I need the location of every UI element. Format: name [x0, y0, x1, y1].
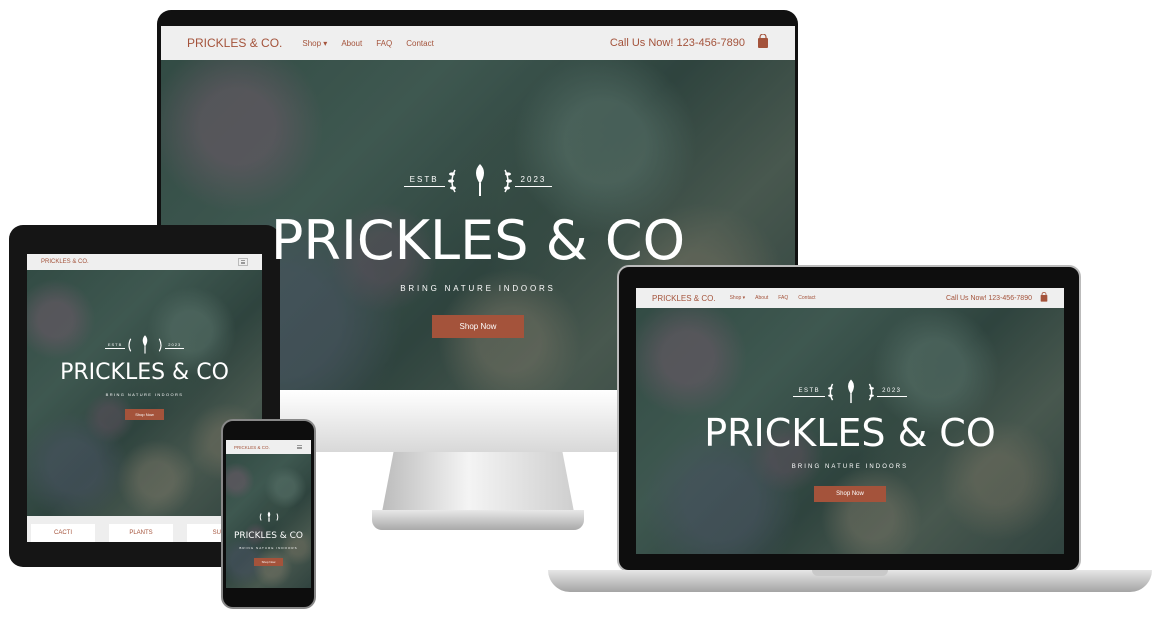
- desktop-nav-links: Shop ▾ About FAQ Contact: [302, 39, 433, 48]
- laptop-estb-right: 2023: [877, 388, 907, 397]
- tablet-category-plants[interactable]: PLANTS: [109, 524, 173, 542]
- phone-hero-section: PRICKLES & CO BRING NATURE INDOORS Shop …: [226, 454, 311, 588]
- phone-logo-icon: [259, 511, 278, 522]
- desktop-brand-logo[interactable]: PRICKLES & CO.: [187, 36, 282, 50]
- desktop-nav-about[interactable]: About: [341, 39, 362, 48]
- desktop-shop-now-button[interactable]: Shop Now: [431, 315, 525, 338]
- laptop-tagline: BRING NATURE INDOORS: [791, 464, 909, 470]
- laptop-hero-title: PRICKLES & CO: [704, 411, 996, 455]
- phone-screen: PRICKLES & CO. PRICKLES & CO BRING NATUR…: [226, 440, 311, 588]
- laptop-estb-left: ESTB: [793, 388, 826, 397]
- desktop-monitor-stand: [382, 452, 574, 512]
- phone-hero-content: PRICKLES & CO BRING NATURE INDOORS Shop …: [226, 510, 311, 568]
- laptop-shop-now-button[interactable]: Shop Now: [814, 486, 886, 502]
- tablet-hero-title: PRICKLES & CO: [60, 360, 229, 385]
- shopping-bag-icon[interactable]: [1040, 289, 1048, 307]
- phone-navbar: PRICKLES & CO.: [226, 440, 311, 454]
- laptop-logo-icon: [828, 379, 874, 404]
- laptop-estb-row: ESTB 2023: [636, 378, 1064, 406]
- desktop-monitor-base: [372, 510, 584, 530]
- desktop-phone-number[interactable]: Call Us Now! 123-456-7890: [610, 37, 745, 49]
- laptop-nav-contact[interactable]: Contact: [798, 295, 815, 301]
- tablet-logo-icon: [128, 335, 162, 354]
- laptop-phone-number[interactable]: Call Us Now! 123-456-7890: [946, 295, 1032, 302]
- desktop-nav-faq[interactable]: FAQ: [376, 39, 392, 48]
- laptop-hero-content: ESTB 2023 PRICKLES & CO BRING NATURE IND…: [636, 378, 1064, 502]
- desktop-hero-title: PRICKLES & CO: [270, 209, 686, 272]
- hamburger-menu-icon[interactable]: [296, 445, 303, 450]
- laptop-notch: [812, 570, 888, 576]
- phone-hero-title: PRICKLES & CO: [233, 531, 304, 541]
- tablet-hero-content: ESTB 2023 PRICKLES & CO BRING NATURE IND…: [27, 334, 262, 421]
- tablet-estb-right: 2023: [165, 342, 185, 349]
- tablet-tagline: BRING NATURE INDOORS: [105, 392, 184, 397]
- desktop-estb-left: ESTB: [403, 175, 445, 187]
- shopping-bag-icon[interactable]: [757, 32, 769, 53]
- caret-down-icon: ▾: [323, 38, 328, 48]
- desktop-hero-content: ESTB 2023 PRICKLES & CO BRING NATURE IND…: [161, 162, 795, 338]
- phone-tagline: BRING NATURE INDOORS: [239, 546, 298, 550]
- laptop-hero-section: ESTB 2023 PRICKLES & CO BRING NATURE IND…: [636, 308, 1064, 554]
- desktop-nav-contact[interactable]: Contact: [406, 39, 434, 48]
- desktop-estb-row: ESTB 2023: [161, 162, 795, 200]
- phone-shop-now-button[interactable]: Shop Now: [253, 558, 284, 566]
- tablet-category-cacti[interactable]: CACTI: [31, 524, 95, 542]
- desktop-navbar: PRICKLES & CO. Shop ▾ About FAQ Contact …: [161, 26, 795, 60]
- tablet-estb-row: ESTB 2023: [27, 334, 262, 356]
- shovel-laurel-logo-icon: [447, 164, 512, 196]
- tablet-brand-logo[interactable]: PRICKLES & CO.: [41, 259, 89, 265]
- phone-brand-logo[interactable]: PRICKLES & CO.: [234, 445, 270, 450]
- desktop-nav-shop[interactable]: Shop ▾: [302, 39, 327, 48]
- tablet-estb-left: ESTB: [104, 342, 126, 349]
- desktop-estb-right: 2023: [514, 175, 553, 187]
- desktop-tagline: BRING NATURE INDOORS: [400, 284, 556, 293]
- tablet-shop-now-button[interactable]: Shop Now: [125, 409, 164, 420]
